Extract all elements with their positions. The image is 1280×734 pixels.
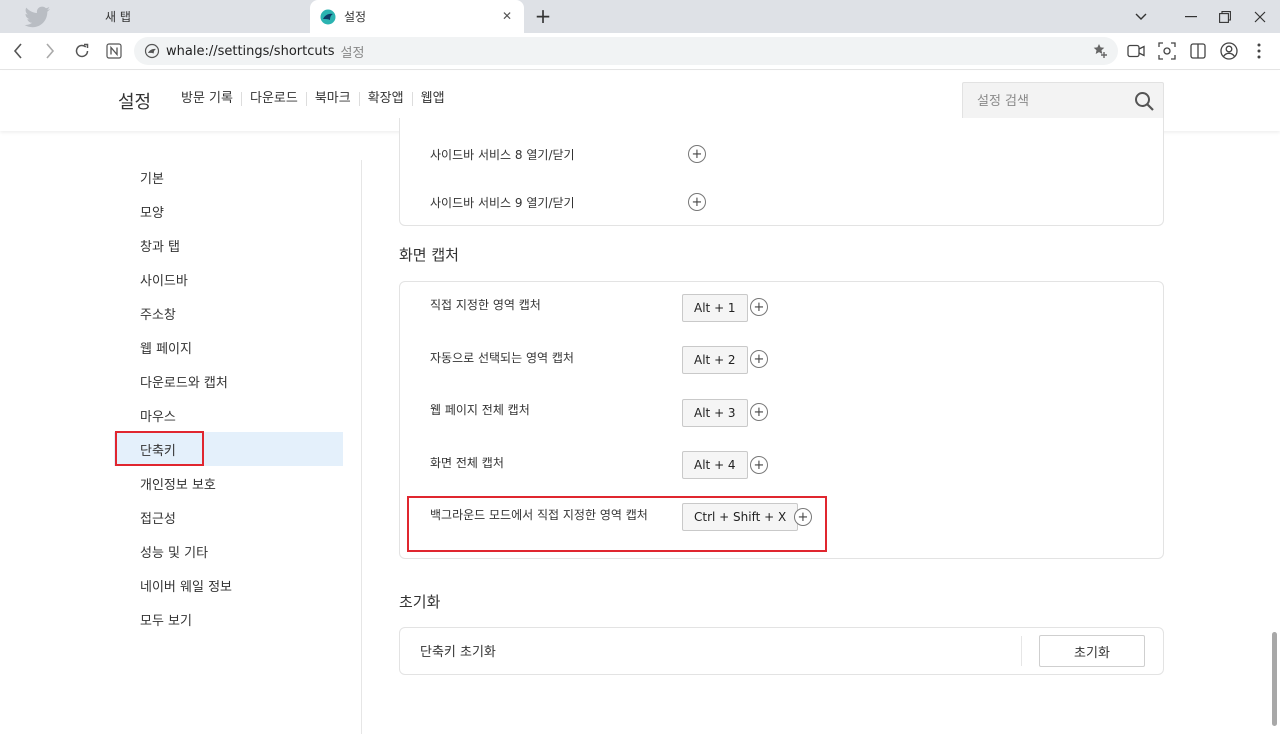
reload-icon[interactable] — [70, 39, 94, 63]
menu-dots-icon[interactable] — [1249, 41, 1269, 61]
add-shortcut-plus-icon[interactable]: + — [688, 193, 706, 211]
tab-new-tab[interactable]: 새 탭 — [0, 0, 306, 33]
sidebar-item-shortcuts[interactable]: 단축키 — [114, 432, 343, 466]
sidebar-item-label: 사이드바 — [140, 273, 188, 289]
nav-link-bookmarks[interactable]: 북마크 — [305, 92, 359, 106]
reset-divider — [1021, 636, 1022, 666]
nav-link-extensions[interactable]: 확장앱 — [358, 92, 412, 106]
shortcut-keycap[interactable]: Alt + 2 — [682, 346, 748, 374]
sidebar-item-view-all[interactable]: 모두 보기 — [114, 602, 343, 636]
video-icon[interactable] — [1126, 41, 1146, 61]
whale-logo-icon — [320, 9, 336, 24]
shortcut-label: 화면 전체 캡처 — [430, 456, 504, 470]
search-icon[interactable] — [1134, 91, 1154, 111]
sidebar-item-label: 주소창 — [140, 307, 176, 323]
search-input[interactable] — [963, 83, 1123, 119]
back-icon[interactable] — [6, 39, 30, 63]
sidebar-item-label: 접근성 — [140, 511, 176, 527]
reset-button[interactable]: 초기화 — [1039, 635, 1145, 667]
shortcut-label: 자동으로 선택되는 영역 캡처 — [430, 351, 574, 365]
sidebar-item-basic[interactable]: 기본 — [114, 160, 343, 194]
sidebar-item-web-page[interactable]: 웹 페이지 — [114, 330, 343, 364]
profile-icon[interactable] — [1219, 41, 1239, 61]
header-nav: 방문 기록 다운로드 북마크 확장앱 웹앱 — [181, 92, 453, 106]
sidebar-item-performance[interactable]: 성능 및 기타 — [114, 534, 343, 568]
address-page-name: 설정 — [340, 45, 365, 61]
sidebar-item-windows-tabs[interactable]: 창과 탭 — [114, 228, 343, 262]
sidebar-item-label: 개인정보 보호 — [140, 477, 216, 493]
sidebar-divider — [361, 160, 362, 734]
shortcut-keycap[interactable]: Alt + 4 — [682, 451, 748, 479]
whale-site-icon — [144, 43, 160, 59]
window-close-icon[interactable] — [1243, 0, 1277, 33]
tab-label: 설정 — [344, 10, 367, 24]
sidebar-item-about[interactable]: 네이버 웨일 정보 — [114, 568, 343, 602]
close-icon[interactable]: ✕ — [500, 9, 514, 23]
nav-link-history[interactable]: 방문 기록 — [181, 92, 241, 106]
bookmark-star-icon[interactable] — [1092, 42, 1110, 60]
reset-card: 단축키 초기화 초기화 — [399, 627, 1164, 675]
sidebar-item-label: 단축키 — [140, 443, 176, 459]
sidebar-item-appearance[interactable]: 모양 — [114, 194, 343, 228]
sidebar-item-label: 모두 보기 — [140, 613, 192, 629]
tab-label: 새 탭 — [105, 10, 131, 24]
settings-sidebar: 기본 모양 창과 탭 사이드바 주소창 웹 페이지 다운로드와 캡처 마우스 단… — [114, 160, 343, 636]
sidebar-item-privacy[interactable]: 개인정보 보호 — [114, 466, 343, 500]
sidebar-item-mouse[interactable]: 마우스 — [114, 398, 343, 432]
add-shortcut-plus-icon[interactable]: + — [750, 456, 768, 474]
add-shortcut-plus-icon[interactable]: + — [750, 350, 768, 368]
new-tab-button[interactable]: + — [532, 5, 554, 27]
sidebar-item-sidebar[interactable]: 사이드바 — [114, 262, 343, 296]
capture-shortcuts-card: 직접 지정한 영역 캡처 Alt + 1 + 자동으로 선택되는 영역 캡처 A… — [399, 281, 1164, 559]
shortcut-label: 사이드바 서비스 9 열기/닫기 — [430, 196, 575, 210]
sidebar-item-address-bar[interactable]: 주소창 — [114, 296, 343, 330]
sidebar-services-card: 사이드바 서비스 8 열기/닫기 + 사이드바 서비스 9 열기/닫기 + — [399, 118, 1164, 226]
add-shortcut-plus-icon[interactable]: + — [750, 298, 768, 316]
minimize-icon[interactable] — [1174, 0, 1208, 33]
shortcut-keycap[interactable]: Ctrl + Shift + X — [682, 503, 799, 531]
shortcut-label: 웹 페이지 전체 캡처 — [430, 403, 530, 417]
page-title: 설정 — [118, 92, 152, 113]
settings-search — [962, 82, 1164, 120]
shortcut-label: 직접 지정한 영역 캡처 — [430, 298, 541, 312]
sidebar-item-label: 마우스 — [140, 409, 176, 425]
sidebar-item-label: 모양 — [140, 205, 164, 221]
sidebar-item-label: 다운로드와 캡처 — [140, 375, 228, 391]
address-url: whale://settings/shortcuts — [166, 43, 335, 59]
split-view-icon[interactable] — [1188, 41, 1208, 61]
add-shortcut-plus-icon[interactable]: + — [750, 403, 768, 421]
sidebar-item-label: 네이버 웨일 정보 — [140, 579, 232, 595]
section-title-reset: 초기화 — [399, 593, 441, 611]
capture-icon[interactable] — [1157, 41, 1177, 61]
tab-list-chevron-down-icon[interactable] — [1124, 0, 1158, 33]
address-bar[interactable]: whale://settings/shortcuts 설정 — [134, 37, 1118, 65]
nav-link-downloads[interactable]: 다운로드 — [240, 92, 306, 106]
sidebar-item-label: 웹 페이지 — [140, 341, 192, 357]
tab-settings[interactable]: 설정 ✕ — [310, 0, 524, 33]
add-shortcut-plus-icon[interactable]: + — [688, 145, 706, 163]
section-title-capture: 화면 캡처 — [399, 246, 459, 264]
sidebar-item-label: 성능 및 기타 — [140, 545, 209, 561]
sidebar-item-accessibility[interactable]: 접근성 — [114, 500, 343, 534]
tab-strip: 새 탭 설정 ✕ + — [0, 0, 1280, 33]
nav-link-webapps[interactable]: 웹앱 — [411, 92, 453, 106]
sidebar-item-download-capture[interactable]: 다운로드와 캡처 — [114, 364, 343, 398]
shortcut-label: 백그라운드 모드에서 직접 지정한 영역 캡처 — [430, 508, 648, 522]
shortcut-keycap[interactable]: Alt + 3 — [682, 399, 748, 427]
reset-shortcuts-label: 단축키 초기화 — [420, 645, 496, 660]
sidebar-item-label: 창과 탭 — [140, 239, 181, 255]
shortcut-label: 사이드바 서비스 8 열기/닫기 — [430, 148, 575, 162]
browser-toolbar: whale://settings/shortcuts 설정 — [0, 33, 1280, 70]
add-shortcut-plus-icon[interactable]: + — [794, 508, 812, 526]
sidebar-item-label: 기본 — [140, 171, 164, 187]
shortcut-keycap[interactable]: Alt + 1 — [682, 294, 748, 322]
naver-home-icon[interactable] — [102, 39, 126, 63]
scrollbar-thumb[interactable] — [1272, 632, 1277, 726]
restore-icon[interactable] — [1208, 0, 1242, 33]
forward-icon[interactable] — [38, 39, 62, 63]
